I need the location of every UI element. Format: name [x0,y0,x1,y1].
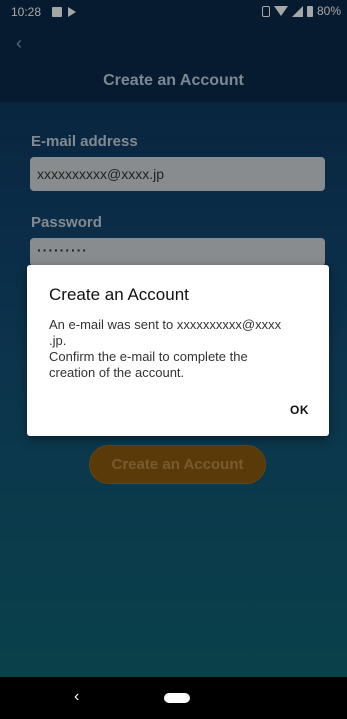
screen: 10:28 80% ‹ Create an Account E-mail add… [0,0,347,719]
navigation-bar: ‹ [0,677,347,719]
confirmation-dialog: Create an Account An e-mail was sent to … [27,265,329,436]
ok-button[interactable]: OK [290,403,309,417]
dialog-message-line: An e-mail was sent to xxxxxxxxxx@xxxx [49,317,282,332]
home-pill-icon[interactable] [164,693,190,703]
nav-back-icon[interactable]: ‹ [74,689,79,705]
dialog-message: An e-mail was sent to xxxxxxxxxx@xxxx .j… [49,317,314,381]
dialog-message-line: creation of the account. [49,365,185,380]
dialog-message-line: Confirm the e-mail to complete the [49,349,248,364]
dialog-title: Create an Account [49,285,189,304]
dialog-message-line: .jp. [49,333,67,348]
